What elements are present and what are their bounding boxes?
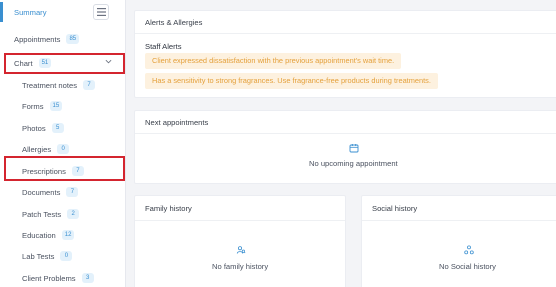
- staff-alert-item: Has a sensitivity to strong fragrances. …: [145, 73, 438, 89]
- staff-alert-item: Client expressed dissatisfaction with th…: [145, 53, 402, 69]
- social-icon: [462, 243, 476, 257]
- card-title: Family history: [145, 204, 192, 213]
- sidebar: Summary Appointments 85 Chart 51 Treatme…: [0, 0, 126, 287]
- social-history-card: Social history No Social history: [361, 195, 556, 287]
- highlight-box-prescriptions: [4, 156, 125, 181]
- sidebar-item-treatment-notes[interactable]: Treatment notes 7: [0, 75, 126, 95]
- sidebar-item-appointments[interactable]: Appointments 85: [0, 29, 126, 49]
- family-icon: [234, 243, 248, 257]
- empty-state-text: No upcoming appointment: [309, 159, 398, 168]
- count-badge: 5: [51, 123, 64, 133]
- count-badge: 7: [66, 187, 79, 197]
- sidebar-item-patch-tests[interactable]: Patch Tests 2: [0, 204, 126, 224]
- sidebar-item-client-problems[interactable]: Client Problems 3: [0, 268, 126, 287]
- divider: [135, 220, 345, 221]
- sidebar-item-label: Patch Tests: [22, 209, 62, 219]
- count-badge: 0: [60, 251, 73, 261]
- count-badge: 7: [83, 80, 96, 90]
- highlight-box-chart: [4, 53, 125, 74]
- divider: [362, 220, 556, 221]
- calendar-icon: [347, 141, 361, 155]
- list-icon: [96, 8, 106, 16]
- sidebar-item-label: Client Problems: [22, 273, 76, 283]
- family-history-card: Family history No family history: [134, 195, 346, 287]
- sidebar-item-label: Appointments: [14, 34, 61, 44]
- sidebar-item-label: Summary: [14, 7, 47, 17]
- sidebar-item-lab-tests[interactable]: Lab Tests 0: [0, 246, 126, 266]
- divider: [135, 33, 556, 34]
- sidebar-item-label: Treatment notes: [22, 80, 78, 90]
- empty-state-text: No family history: [212, 262, 269, 271]
- card-title: Next appointments: [145, 118, 209, 127]
- sidebar-item-label: Documents: [22, 187, 61, 197]
- next-appointments-card: Next appointments No upcoming appointmen…: [134, 110, 556, 184]
- sidebar-item-label: Photos: [22, 123, 46, 133]
- sidebar-item-education[interactable]: Education 12: [0, 225, 126, 245]
- alerts-allergies-card: Alerts & Allergies Staff Alerts Client e…: [134, 10, 556, 98]
- count-badge: 2: [67, 209, 80, 219]
- summary-toggle-button[interactable]: [93, 4, 109, 20]
- sidebar-item-label: Lab Tests: [22, 251, 55, 261]
- card-title: Alerts & Allergies: [145, 18, 203, 27]
- sidebar-item-label: Education: [22, 230, 56, 240]
- sidebar-item-forms[interactable]: Forms 15: [0, 96, 126, 116]
- count-badge: 85: [66, 34, 80, 44]
- sidebar-item-label: Forms: [22, 101, 44, 111]
- sidebar-item-photos[interactable]: Photos 5: [0, 118, 126, 138]
- sidebar-item-label: Allergies: [22, 144, 52, 154]
- count-badge: 15: [49, 101, 63, 111]
- divider: [135, 133, 556, 134]
- card-title: Social history: [372, 204, 418, 213]
- empty-state-text: No Social history: [439, 262, 496, 271]
- count-badge: 12: [61, 230, 75, 240]
- count-badge: 0: [57, 144, 70, 154]
- sidebar-item-documents[interactable]: Documents 7: [0, 182, 126, 202]
- count-badge: 3: [81, 273, 94, 283]
- staff-alerts-heading: Staff Alerts: [145, 42, 182, 51]
